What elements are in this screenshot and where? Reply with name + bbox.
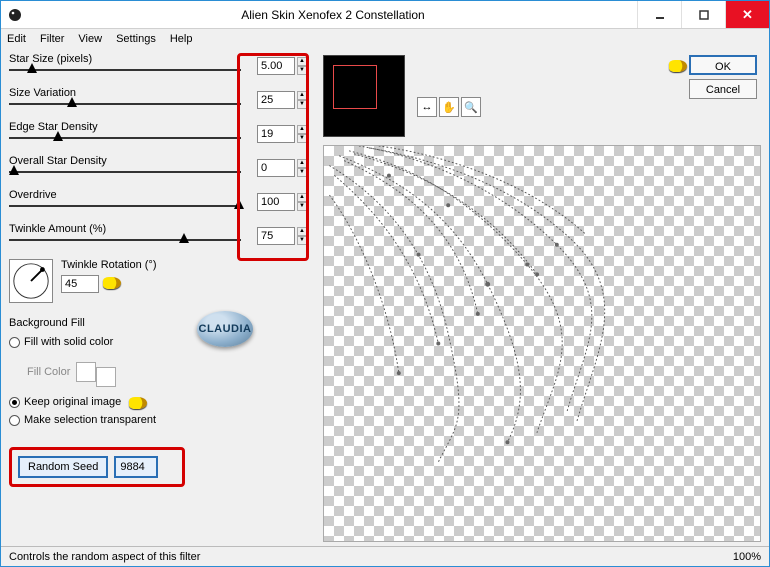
fill-color-swatch-front[interactable]: [76, 362, 96, 382]
minimize-button[interactable]: [637, 1, 681, 28]
move-icon: ↔: [422, 101, 433, 113]
watermark-logo: CLAUDIA: [197, 311, 253, 347]
slider-label: Star Size (pixels): [9, 53, 92, 65]
fill-color-row: Fill Color: [27, 357, 309, 387]
twinkle-rotation-dial[interactable]: [9, 259, 53, 303]
menu-filter[interactable]: Filter: [40, 33, 64, 45]
slider-track[interactable]: [9, 69, 241, 71]
twinkle-amount-input[interactable]: [257, 227, 295, 245]
overdrive-input[interactable]: [257, 193, 295, 211]
slider-label: Overall Star Density: [9, 155, 107, 167]
spinner[interactable]: ▲▼: [297, 57, 307, 75]
ok-button[interactable]: OK: [689, 55, 757, 75]
fill-color-swatch-back[interactable]: [96, 367, 116, 387]
status-bar: Controls the random aspect of this filte…: [1, 546, 769, 566]
preview-navigator[interactable]: [323, 55, 405, 137]
slider-thumb[interactable]: [27, 63, 37, 73]
status-zoom: 100%: [733, 551, 761, 563]
radio-make-transparent[interactable]: Make selection transparent: [9, 411, 309, 429]
twinkle-rotation-input[interactable]: [61, 275, 99, 293]
random-seed-button[interactable]: Random Seed: [18, 456, 108, 478]
cancel-button[interactable]: Cancel: [689, 79, 757, 99]
radio-icon: [9, 337, 20, 348]
slider-label: Size Variation: [9, 87, 76, 99]
random-seed-group: Random Seed: [9, 447, 185, 487]
hand-icon: ✋: [442, 101, 456, 114]
constellation-preview: [324, 146, 760, 541]
zoom-tool-button[interactable]: 🔍: [461, 97, 481, 117]
size-variation-input[interactable]: [257, 91, 295, 109]
app-icon: [1, 1, 29, 28]
background-fill-header: Background Fill: [9, 317, 309, 329]
slider-label: Twinkle Amount (%): [9, 223, 106, 235]
random-seed-input[interactable]: [114, 456, 158, 478]
settings-panel: Star Size (pixels) ▲▼ Size Variation ▲▼ …: [1, 49, 317, 546]
radio-keep-original[interactable]: Keep original image: [9, 393, 309, 411]
menu-view[interactable]: View: [78, 33, 102, 45]
menu-edit[interactable]: Edit: [7, 33, 26, 45]
slider-twinkle-amount[interactable]: Twinkle Amount (%) ▲▼: [9, 223, 309, 257]
background-fill-group: Background Fill Fill with solid color Fi…: [9, 317, 309, 429]
status-help-text: Controls the random aspect of this filte…: [9, 551, 200, 563]
slider-label: Overdrive: [9, 189, 57, 201]
close-button[interactable]: ✕: [725, 1, 769, 28]
pointing-hand-icon: [103, 277, 121, 289]
window-title: Alien Skin Xenofex 2 Constellation: [29, 1, 637, 28]
edge-density-input[interactable]: [257, 125, 295, 143]
radio-fill-solid[interactable]: Fill with solid color: [9, 333, 309, 351]
slider-size-variation[interactable]: Size Variation ▲▼: [9, 87, 309, 121]
twinkle-rotation-label: Twinkle Rotation (°): [61, 259, 157, 271]
pointing-hand-icon: [669, 60, 687, 72]
slider-overall-density[interactable]: Overall Star Density ▲▼: [9, 155, 309, 189]
menu-bar: Edit Filter View Settings Help: [1, 29, 769, 49]
hand-tool-button[interactable]: ✋: [439, 97, 459, 117]
slider-star-size[interactable]: Star Size (pixels) ▲▼: [9, 53, 309, 87]
radio-icon: [9, 397, 20, 408]
navigator-selection[interactable]: [333, 65, 377, 109]
title-bar: Alien Skin Xenofex 2 Constellation ✕: [1, 1, 769, 29]
preview-canvas[interactable]: [323, 145, 761, 542]
menu-help[interactable]: Help: [170, 33, 193, 45]
slider-overdrive[interactable]: Overdrive ▲▼: [9, 189, 309, 223]
close-icon: ✕: [742, 7, 753, 23]
menu-settings[interactable]: Settings: [116, 33, 156, 45]
slider-edge-density[interactable]: Edge Star Density ▲▼: [9, 121, 309, 155]
radio-icon: [9, 415, 20, 426]
maximize-button[interactable]: [681, 1, 725, 28]
magnifier-icon: 🔍: [464, 101, 478, 114]
preview-panel: ↔ ✋ 🔍 OK Cancel: [317, 49, 769, 546]
pointing-hand-icon: [129, 397, 147, 409]
move-tool-button[interactable]: ↔: [417, 97, 437, 117]
overall-density-input[interactable]: [257, 159, 295, 177]
star-size-input[interactable]: [257, 57, 295, 75]
